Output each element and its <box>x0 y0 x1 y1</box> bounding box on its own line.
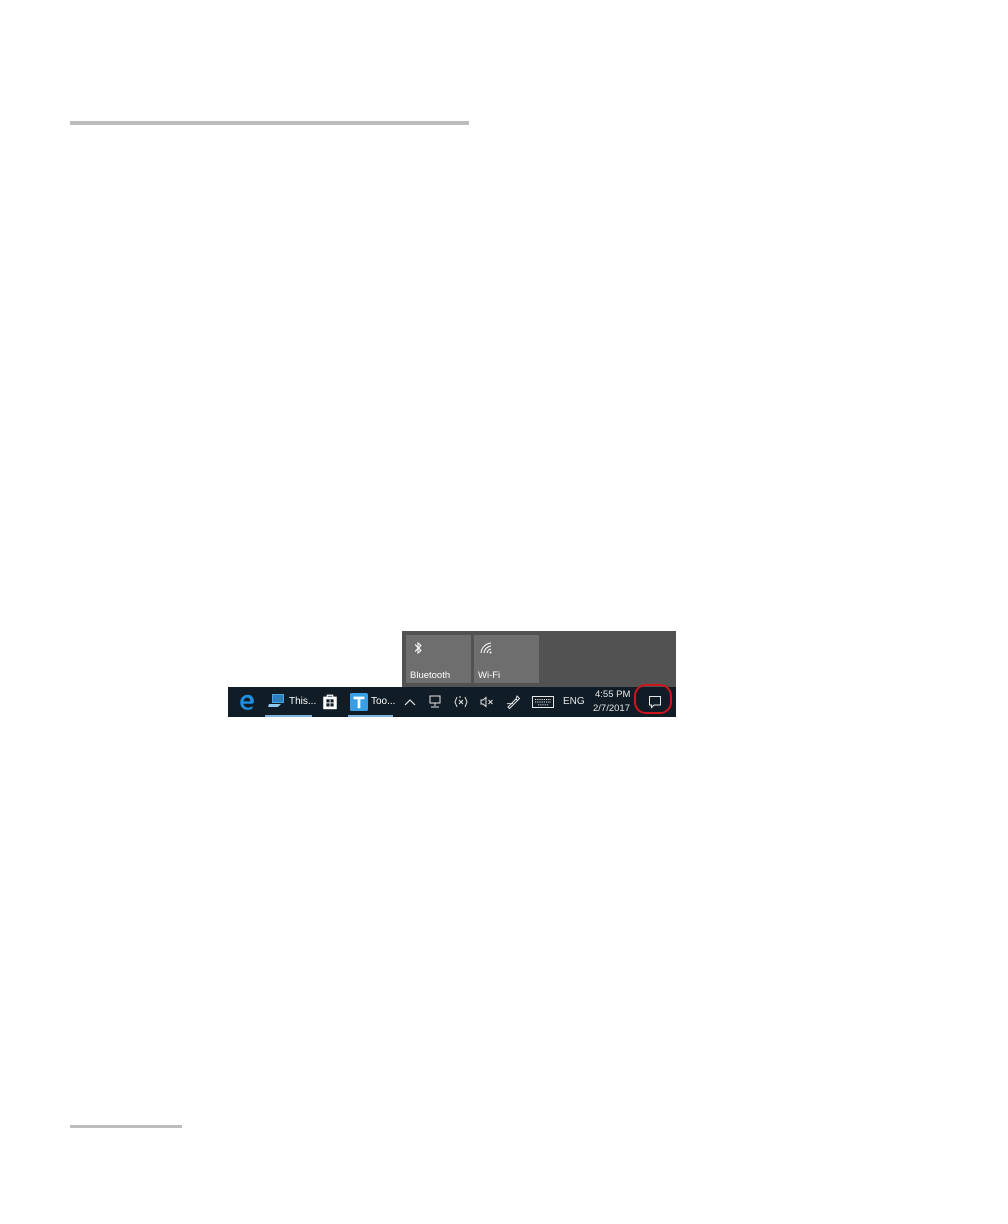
touch-keyboard-button[interactable] <box>532 687 554 717</box>
edge-browser-icon <box>240 694 254 710</box>
this-pc-icon <box>268 694 284 707</box>
clock-date: 2/7/2017 <box>593 703 630 714</box>
language-indicator[interactable]: ENG <box>563 696 585 707</box>
this-pc-label: This... <box>289 696 317 707</box>
bluetooth-tile[interactable]: Bluetooth <box>406 635 471 683</box>
toolbox-label: Too... <box>371 696 396 707</box>
wifi-tile-label: Wi-Fi <box>478 670 501 681</box>
clock-time: 4:55 PM <box>595 689 631 700</box>
pen-workspace-button[interactable] <box>504 687 522 717</box>
show-hidden-icons-button[interactable] <box>402 687 418 717</box>
wifi-tile[interactable]: Wi-Fi <box>474 635 539 683</box>
action-center-highlight-circle <box>634 684 672 714</box>
this-pc-taskbar-button[interactable]: This... <box>265 687 316 717</box>
header-rule <box>70 121 469 125</box>
bluetooth-icon <box>414 641 422 655</box>
chevron-up-icon <box>404 699 416 706</box>
bluetooth-tile-label: Bluetooth <box>410 670 451 681</box>
network-icon <box>429 695 441 708</box>
pen-icon <box>506 695 521 710</box>
battery-tray-button[interactable] <box>452 687 470 717</box>
store-icon <box>323 694 337 710</box>
active-app-indicator <box>265 715 312 717</box>
store-button[interactable] <box>318 687 342 717</box>
volume-muted-icon <box>480 696 493 708</box>
toolbox-taskbar-button[interactable]: Too... <box>348 687 396 717</box>
action-center-quick-actions: Bluetooth Wi-Fi <box>402 631 676 687</box>
network-tray-button[interactable] <box>427 687 443 717</box>
footer-rule <box>70 1125 182 1128</box>
toolbox-app-icon <box>350 693 368 711</box>
battery-icon <box>454 696 468 708</box>
taskbar-screenshot: Bluetooth Wi-Fi This... Too... ENG 4:55 … <box>228 631 676 717</box>
volume-tray-button[interactable] <box>478 687 496 717</box>
wifi-icon <box>480 642 492 654</box>
keyboard-icon <box>532 696 554 708</box>
active-app-indicator <box>348 715 393 717</box>
clock-button[interactable]: 4:55 PM 2/7/2017 <box>590 687 634 717</box>
taskbar: This... Too... ENG 4:55 PM 2/7/2017 <box>228 687 676 717</box>
edge-button[interactable] <box>236 687 258 717</box>
